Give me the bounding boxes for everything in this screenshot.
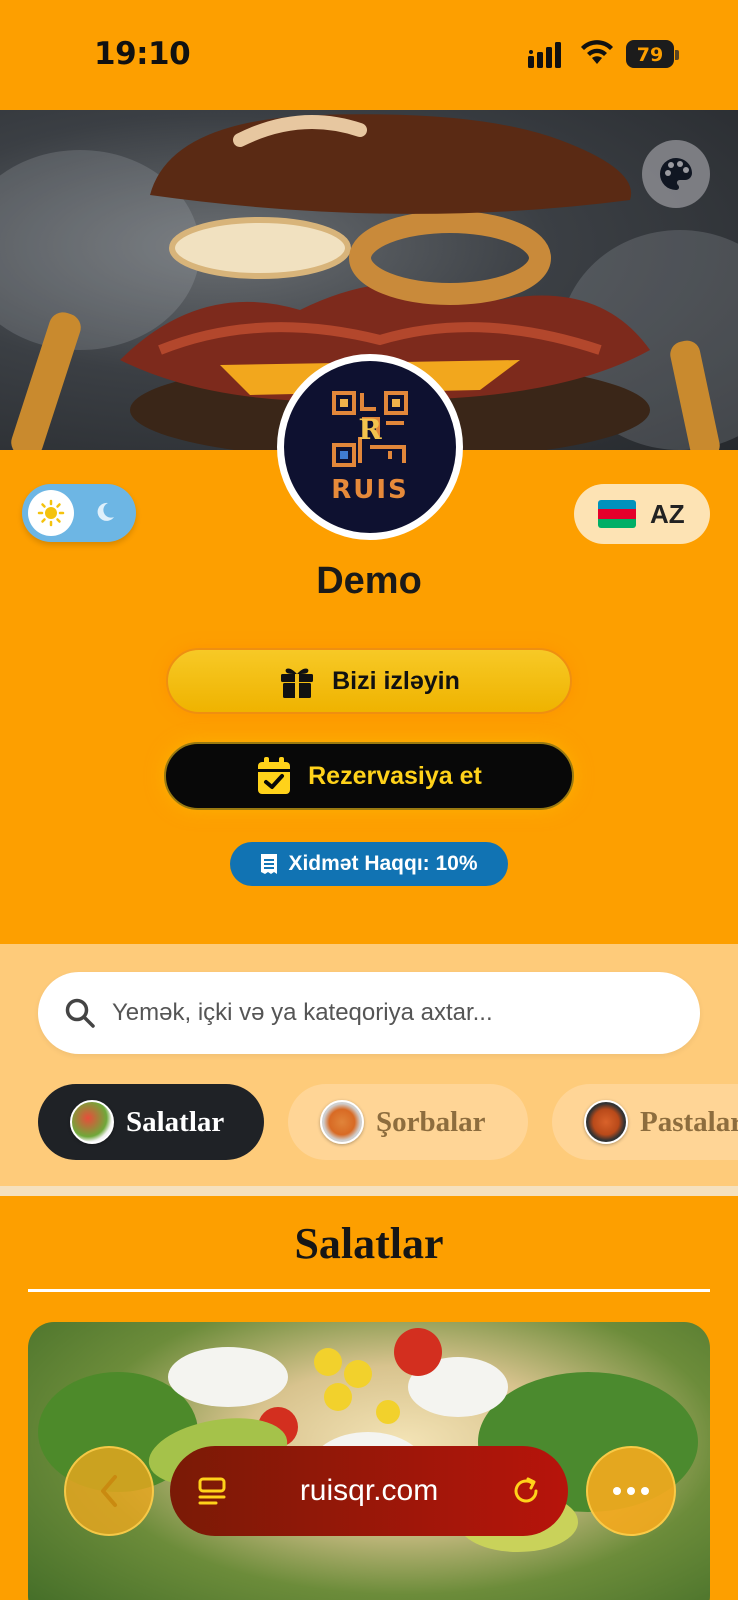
- qr-logo-icon: R: [332, 391, 408, 467]
- battery-level: 79: [636, 44, 664, 66]
- sun-icon: [37, 499, 65, 527]
- reserve-button[interactable]: Rezervasiya et: [164, 742, 574, 810]
- language-code: AZ: [650, 498, 685, 529]
- reader-mode-icon: [198, 1477, 226, 1505]
- azerbaijan-flag-icon: [598, 500, 636, 528]
- pasta-thumbnail: [584, 1100, 628, 1144]
- restaurant-logo: R RUIS: [277, 354, 463, 540]
- section-underline: [28, 1289, 710, 1292]
- browser-url: ruisqr.com: [299, 1474, 439, 1507]
- dark-mode-toggle[interactable]: [22, 484, 136, 542]
- chevron-left-icon: [101, 1475, 117, 1507]
- battery-icon: 79: [626, 40, 679, 68]
- service-fee-badge: Xidmət Haqqı: 10%: [230, 842, 508, 886]
- theme-palette-button[interactable]: [642, 140, 710, 208]
- svg-text:R: R: [358, 413, 382, 446]
- browser-back-button[interactable]: [64, 1446, 154, 1536]
- moon-icon: [97, 502, 114, 521]
- salad-thumbnail: [70, 1100, 114, 1144]
- gift-icon: [281, 668, 314, 698]
- palette-icon: [660, 158, 692, 190]
- search-bar[interactable]: [38, 972, 700, 1054]
- browser-more-button[interactable]: [586, 1446, 676, 1536]
- category-tab-sorbalar[interactable]: Şorbalar: [288, 1084, 528, 1160]
- logo-wordmark: RUIS: [331, 475, 409, 505]
- section-title: Salatlar: [294, 1219, 444, 1268]
- calendar-check-icon: [258, 757, 291, 794]
- category-label: Şorbalar: [376, 1105, 486, 1138]
- service-fee-label: Xidmət Haqqı: 10%: [288, 852, 478, 875]
- status-time: 19:10: [94, 36, 191, 72]
- soup-thumbnail: [320, 1100, 364, 1144]
- more-dots-icon: [613, 1487, 649, 1495]
- section-divider: [0, 1186, 738, 1196]
- category-label: Pastalar: [640, 1105, 738, 1138]
- category-label: Salatlar: [126, 1105, 225, 1138]
- search-input[interactable]: [112, 999, 672, 1027]
- reserve-label: Rezervasiya et: [308, 761, 482, 790]
- search-icon: [65, 998, 95, 1028]
- follow-us-label: Bizi izləyin: [332, 666, 460, 695]
- category-tabs: Salatlar Şorbalar Pastalar: [38, 1084, 738, 1160]
- toggle-knob: [28, 490, 74, 536]
- cellular-signal-icon: [528, 42, 561, 68]
- category-tab-pastalar[interactable]: Pastalar: [552, 1084, 738, 1160]
- receipt-icon: [261, 854, 278, 874]
- follow-us-button[interactable]: Bizi izləyin: [166, 648, 572, 714]
- status-bar: 19:10 79: [0, 0, 738, 110]
- reload-icon[interactable]: [510, 1475, 542, 1507]
- browser-url-bar[interactable]: ruisqr.com: [170, 1446, 568, 1536]
- wifi-icon: [581, 40, 613, 64]
- category-tab-salatlar[interactable]: Salatlar: [38, 1084, 264, 1160]
- restaurant-name: Demo: [316, 560, 422, 602]
- language-selector[interactable]: AZ: [574, 484, 710, 544]
